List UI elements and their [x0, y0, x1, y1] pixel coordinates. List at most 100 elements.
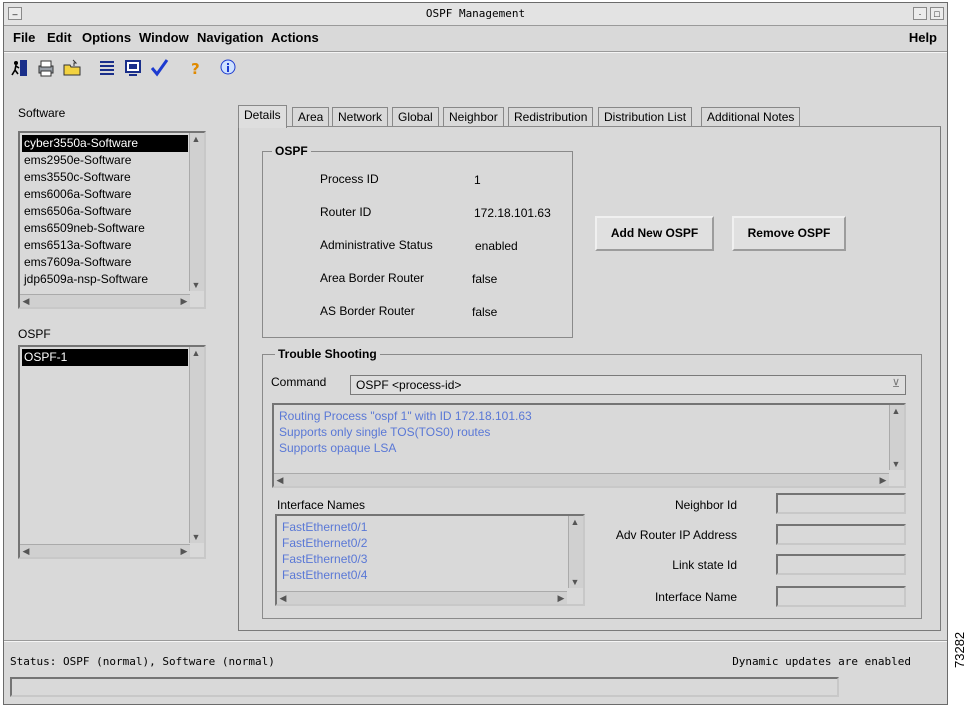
ospf-vscroll[interactable]: ▲ ▼ [189, 347, 204, 543]
checkmark-icon[interactable] [148, 57, 170, 79]
output-hscroll[interactable]: ◀ ▶ [274, 473, 889, 486]
software-list-item[interactable]: ems6509neb-Software [22, 220, 188, 237]
scroll-left-icon[interactable]: ◀ [20, 545, 32, 557]
area-border-router-label: Area Border Router [320, 271, 425, 285]
title-bar: – OSPF Management · □ [4, 3, 947, 26]
status-separator [4, 640, 947, 642]
tab-global[interactable]: Global [392, 107, 439, 126]
list-icon[interactable] [96, 57, 118, 79]
software-list-item[interactable]: ems6513a-Software [22, 237, 188, 254]
interface-name-field[interactable] [776, 586, 906, 607]
scroll-left-icon[interactable]: ◀ [277, 592, 289, 604]
remove-ospf-button[interactable]: Remove OSPF [732, 216, 846, 251]
interface-list-item[interactable]: FastEthernet0/2 [282, 535, 367, 551]
svg-text:?: ? [191, 60, 200, 78]
software-label: Software [18, 106, 66, 120]
scroll-down-icon[interactable]: ▼ [190, 279, 202, 291]
maximize-icon[interactable]: □ [930, 7, 944, 20]
menu-actions[interactable]: Actions [271, 30, 319, 45]
add-new-ospf-button[interactable]: Add New OSPF [595, 216, 714, 251]
software-list-item[interactable]: ems2950e-Software [22, 152, 188, 169]
tab-distribution-list[interactable]: Distribution List [598, 107, 693, 126]
scroll-up-icon[interactable]: ▲ [190, 133, 202, 145]
print-icon[interactable] [35, 57, 57, 79]
interface-hscroll[interactable]: ◀ ▶ [277, 591, 567, 604]
tab-details[interactable]: Details [238, 105, 287, 128]
interface-name-label: Interface Name [654, 590, 737, 604]
tab-neighbor[interactable]: Neighbor [443, 107, 504, 126]
output-line: Routing Process "ospf 1" with ID 172.18.… [279, 409, 532, 423]
interface-list-item[interactable]: FastEthernet0/1 [282, 519, 367, 535]
software-list-item[interactable]: ems6506a-Software [22, 203, 188, 220]
software-listbox[interactable]: cyber3550a-Software ems2950e-Software ems3… [18, 131, 206, 309]
scroll-right-icon[interactable]: ▶ [555, 592, 567, 604]
open-folder-icon[interactable] [61, 57, 83, 79]
ospf-listbox[interactable]: OSPF-1 ▲ ▼ ◀ ▶ [18, 345, 206, 559]
ospf-list-item[interactable]: OSPF-1 [22, 349, 188, 366]
info-icon[interactable] [217, 57, 239, 79]
ospf-list-label: OSPF [18, 327, 51, 341]
interface-list-item[interactable]: FastEthernet0/3 [282, 551, 367, 567]
dynamic-updates-text: Dynamic updates are enabled [732, 655, 911, 668]
software-list-item[interactable]: cyber3550a-Software [22, 135, 188, 152]
menu-help[interactable]: Help [909, 30, 937, 45]
interface-list-item[interactable]: FastEthernet0/4 [282, 567, 367, 583]
scroll-up-icon[interactable]: ▲ [569, 516, 581, 528]
status-text: Status: OSPF (normal), Software (normal) [10, 655, 275, 668]
scroll-down-icon[interactable]: ▼ [190, 531, 202, 543]
command-select-value: OSPF <process-id> [356, 378, 462, 392]
scroll-right-icon[interactable]: ▶ [178, 295, 190, 307]
tab-network[interactable]: Network [332, 107, 389, 126]
interface-vscroll[interactable]: ▲ ▼ [568, 516, 583, 588]
menu-navigation[interactable]: Navigation [197, 30, 263, 45]
process-id-value: 1 [474, 173, 481, 187]
scroll-up-icon[interactable]: ▲ [890, 405, 902, 417]
neighbor-id-field[interactable] [776, 493, 906, 514]
tab-additional-notes[interactable]: Additional Notes [701, 107, 801, 126]
as-border-router-value: false [472, 305, 498, 319]
scroll-left-icon[interactable]: ◀ [20, 295, 32, 307]
as-border-router-label: AS Border Router [320, 304, 415, 318]
scroll-down-icon[interactable]: ▼ [569, 576, 581, 588]
menu-file[interactable]: File [13, 30, 35, 45]
minimize-icon[interactable]: · [913, 7, 927, 20]
router-id-value: 172.18.101.63 [474, 206, 551, 220]
help-icon[interactable]: ? [184, 57, 206, 79]
area-border-router-value: false [472, 272, 498, 286]
status-bar [10, 677, 839, 697]
figure-id: 73282 [952, 631, 967, 668]
software-list-item[interactable]: ems6006a-Software [22, 186, 188, 203]
software-vscroll[interactable]: ▲ ▼ [189, 133, 204, 291]
scroll-up-icon[interactable]: ▲ [190, 347, 202, 359]
trouble-shooting-title: Trouble Shooting [275, 347, 380, 361]
software-hscroll[interactable]: ◀ ▶ [20, 294, 190, 307]
scroll-right-icon[interactable]: ▶ [178, 545, 190, 557]
software-list-item[interactable]: ems7609a-Software [22, 254, 188, 271]
software-list-item[interactable]: jdp6509a-nsp-Software [22, 271, 188, 288]
details-panel: OSPF Process ID 1 Router ID 172.18.101.6… [238, 126, 941, 631]
exit-icon[interactable] [9, 57, 31, 79]
monitor-icon[interactable] [122, 57, 144, 79]
command-select[interactable]: OSPF <process-id> ⊻ [350, 375, 906, 395]
ospf-group-title: OSPF [272, 144, 311, 158]
menu-bar: File Edit Options Window Navigation Acti… [4, 27, 947, 49]
scroll-right-icon[interactable]: ▶ [877, 474, 889, 486]
output-vscroll[interactable]: ▲ ▼ [889, 405, 904, 470]
command-output[interactable]: Routing Process "ospf 1" with ID 172.18.… [272, 403, 906, 488]
scroll-left-icon[interactable]: ◀ [274, 474, 286, 486]
ospf-hscroll[interactable]: ◀ ▶ [20, 544, 190, 557]
adv-router-ip-field[interactable] [776, 524, 906, 545]
menu-window[interactable]: Window [139, 30, 189, 45]
menu-separator [4, 51, 947, 53]
menu-edit[interactable]: Edit [47, 30, 72, 45]
output-line: Supports opaque LSA [279, 441, 397, 455]
link-state-id-field[interactable] [776, 554, 906, 575]
tab-redistribution[interactable]: Redistribution [508, 107, 594, 126]
menu-options[interactable]: Options [82, 30, 131, 45]
tab-area[interactable]: Area [292, 107, 330, 126]
interface-names-list[interactable]: FastEthernet0/1 FastEthernet0/2 FastEthern… [275, 514, 585, 606]
admin-status-value: enabled [475, 239, 518, 253]
software-list-item[interactable]: ems3550c-Software [22, 169, 188, 186]
scroll-down-icon[interactable]: ▼ [890, 458, 902, 470]
adv-router-ip-label: Adv Router IP Address [615, 528, 737, 542]
